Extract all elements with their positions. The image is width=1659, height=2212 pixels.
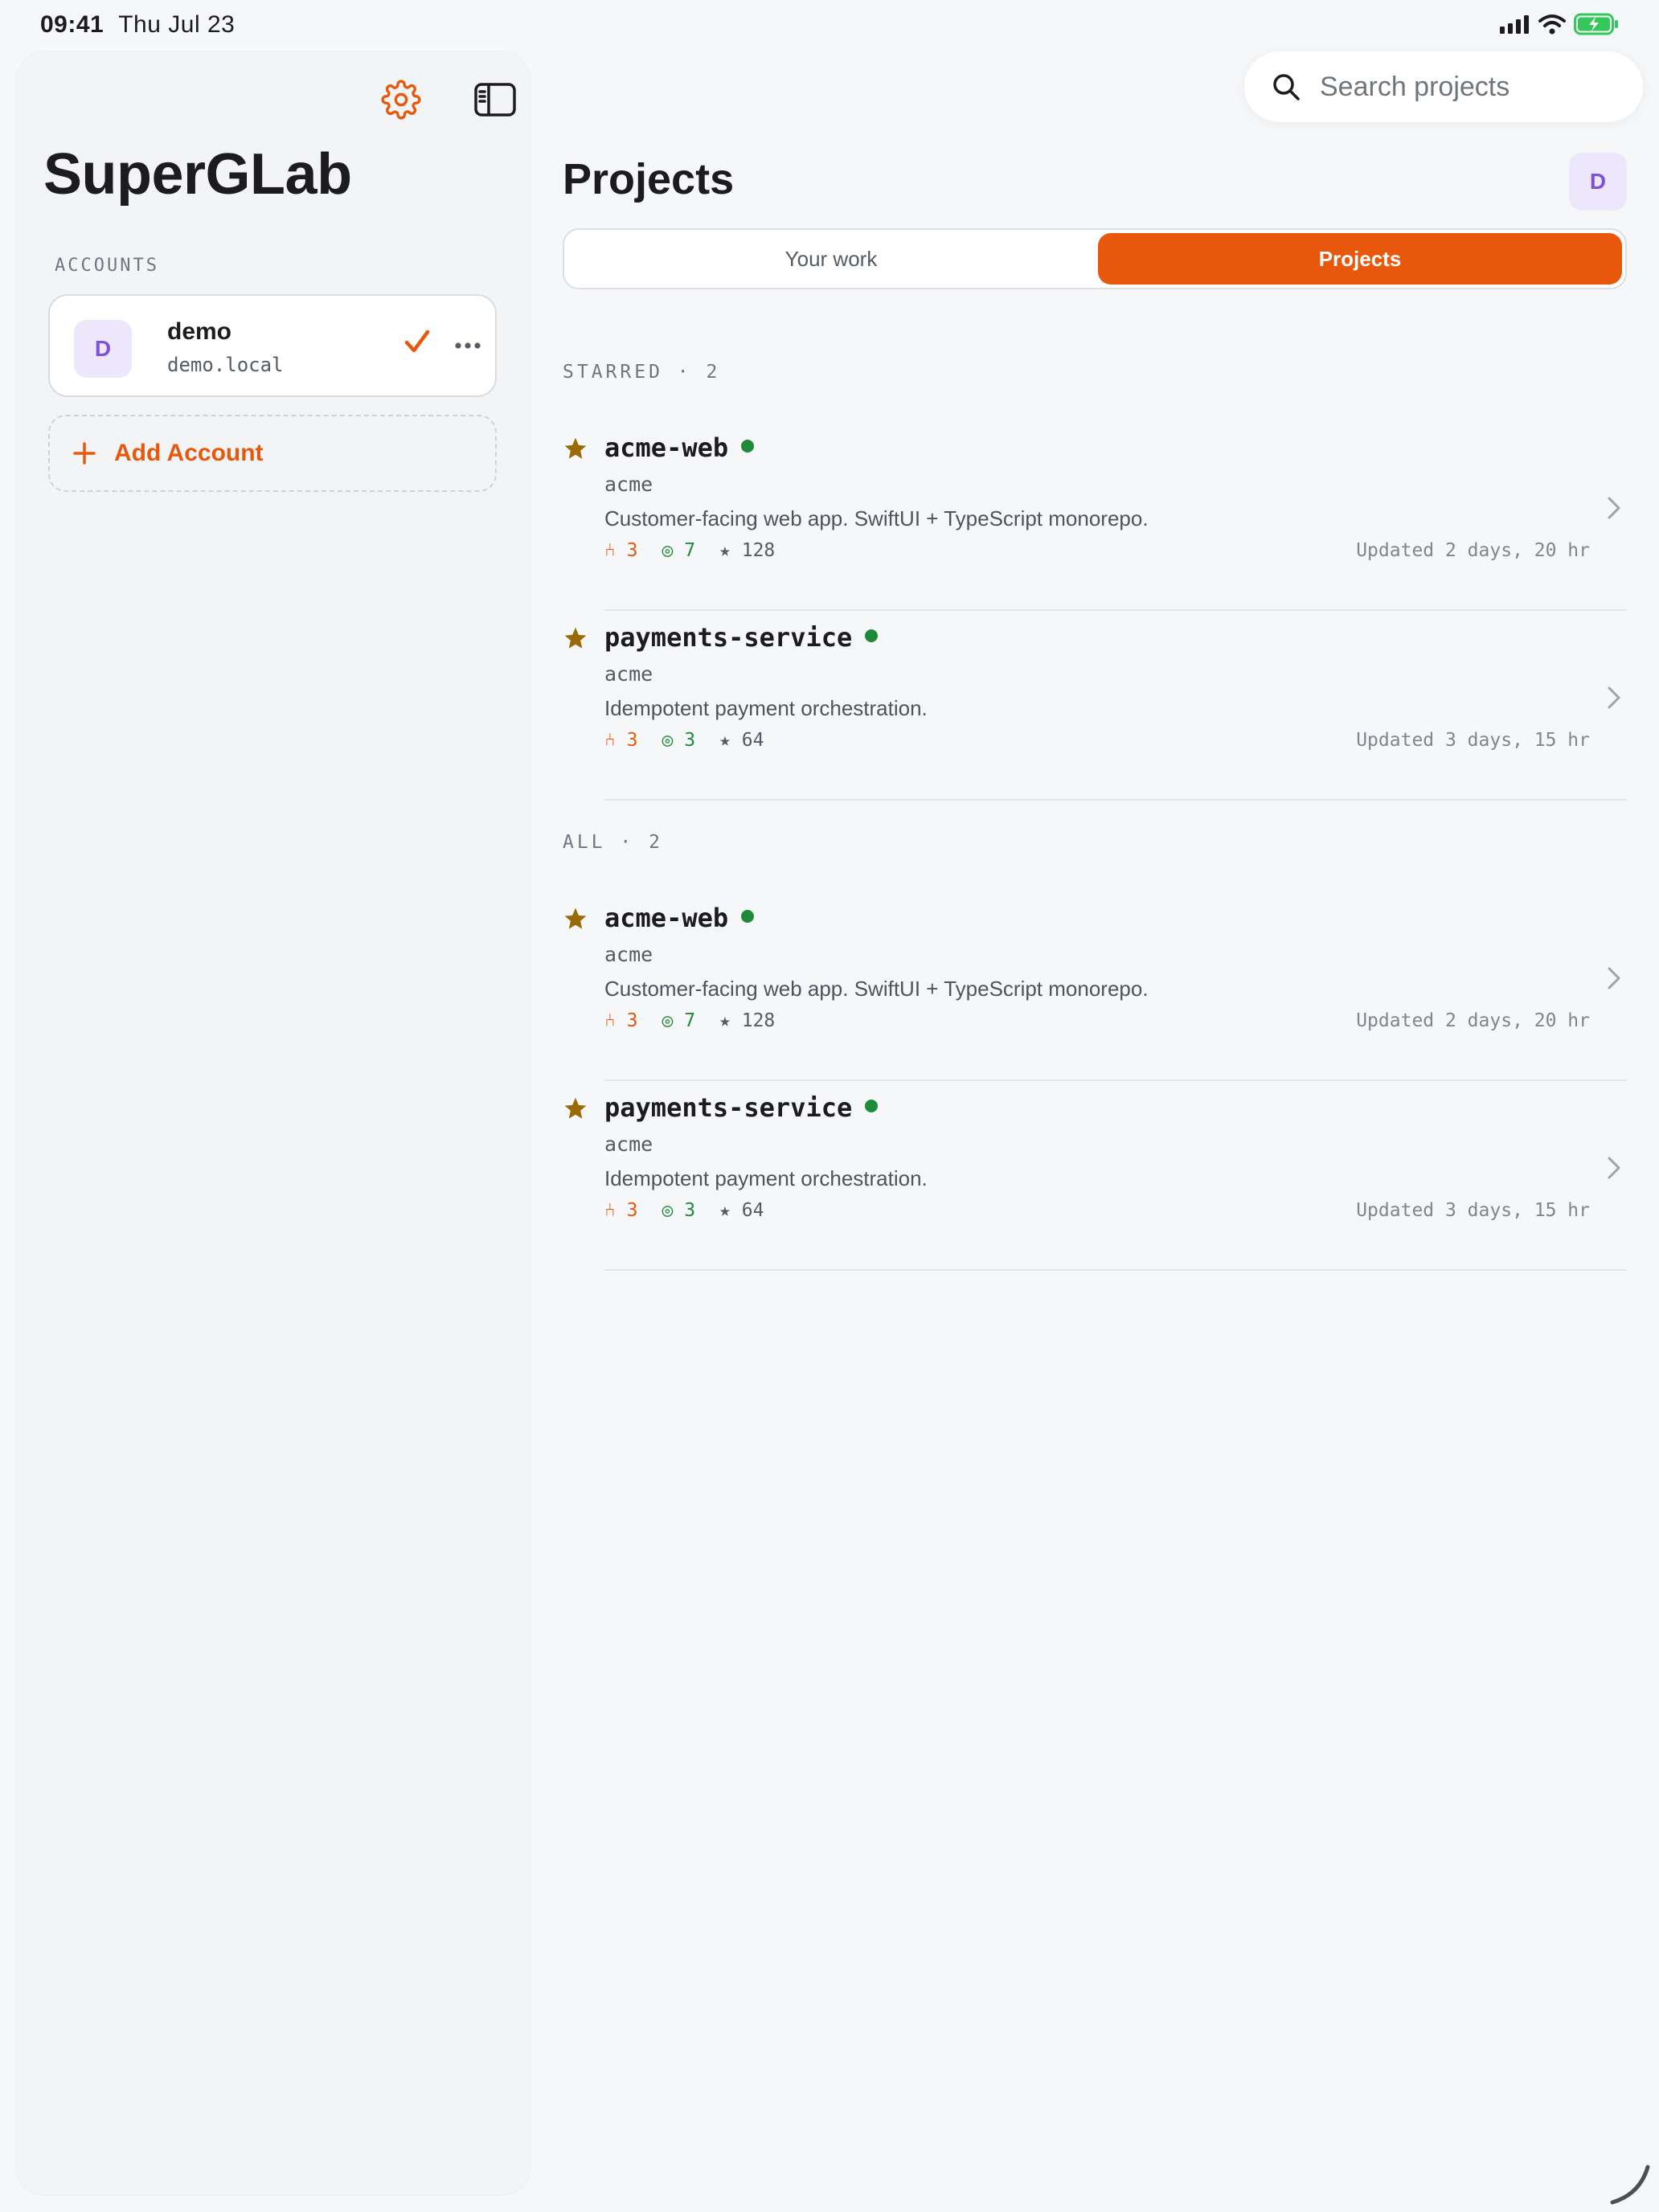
add-account-label: Add Account <box>114 440 264 466</box>
project-name-line: acme-web <box>604 903 755 933</box>
chevron-right-icon <box>1608 686 1620 709</box>
project-description: Customer-facing web app. SwiftUI + TypeS… <box>604 977 1149 1001</box>
project-updated: Updated 2 days, 20 hr <box>1356 1010 1590 1031</box>
project-row[interactable]: acme-web acme Customer-facing web app. S… <box>563 891 1627 1081</box>
project-updated: Updated 3 days, 15 hr <box>1356 730 1590 751</box>
row-divider <box>604 799 1627 801</box>
starred-icon <box>564 1097 587 1119</box>
battery-charging-icon <box>1574 13 1618 35</box>
tab-your-work[interactable]: Your work <box>567 233 1095 285</box>
status-date: Thu Jul 23 <box>118 11 236 38</box>
merge-request-count: ⑃ 3 <box>604 540 638 561</box>
starred-icon <box>564 907 587 929</box>
project-stats: ⑃ 3 ◎ 3 ★ 64 <box>604 730 764 751</box>
project-name: payments-service <box>604 622 853 653</box>
settings-button[interactable] <box>362 68 440 132</box>
project-updated: Updated 2 days, 20 hr <box>1356 540 1590 561</box>
project-row[interactable]: payments-service acme Idempotent payment… <box>563 611 1627 801</box>
project-name-line: payments-service <box>604 622 879 653</box>
project-name-line: payments-service <box>604 1092 879 1123</box>
star-count: ★ 64 <box>719 730 764 751</box>
starred-icon <box>564 437 587 459</box>
cellular-signal-icon <box>1500 15 1529 34</box>
project-updated: Updated 3 days, 15 hr <box>1356 1200 1590 1221</box>
plus-icon <box>73 442 96 465</box>
project-namespace: acme <box>604 943 653 966</box>
issue-count: ◎ 7 <box>662 540 696 561</box>
merge-request-count: ⑃ 3 <box>604 1200 638 1221</box>
account-more-button[interactable] <box>449 326 487 365</box>
row-divider <box>604 1269 1627 1271</box>
search-bar[interactable] <box>1244 51 1643 122</box>
chevron-right-icon <box>1608 497 1620 519</box>
project-namespace: acme <box>604 662 653 686</box>
issue-count: ◎ 3 <box>662 1200 696 1221</box>
account-card-demo[interactable]: D demo demo.local <box>48 294 497 397</box>
page-title: Projects <box>563 155 735 203</box>
star-count: ★ 64 <box>719 1200 764 1221</box>
app-title: SuperGLab <box>43 142 352 207</box>
account-host: demo.local <box>167 354 284 376</box>
starred-section-label: STARRED · 2 <box>563 362 721 383</box>
star-count: ★ 128 <box>719 1010 776 1031</box>
status-dot <box>865 1100 879 1112</box>
account-avatar: D <box>74 320 132 378</box>
status-dot <box>865 629 879 642</box>
status-time: 09:41 <box>40 11 104 38</box>
chevron-right-icon <box>1608 967 1620 989</box>
issue-count: ◎ 7 <box>662 1010 696 1031</box>
status-bar-time: 09:41 Thu Jul 23 <box>40 11 235 39</box>
star-count: ★ 128 <box>719 540 776 561</box>
gear-icon <box>381 80 421 120</box>
project-stats: ⑃ 3 ◎ 7 ★ 128 <box>604 1010 775 1031</box>
view-segmented-control: Your work Projects <box>563 228 1627 289</box>
resize-corner-indicator <box>1610 2165 1650 2205</box>
project-stats: ⑃ 3 ◎ 3 ★ 64 <box>604 1200 764 1221</box>
project-row[interactable]: payments-service acme Idempotent payment… <box>563 1081 1627 1271</box>
status-bar-icons <box>1500 13 1619 35</box>
merge-request-count: ⑃ 3 <box>604 1010 638 1031</box>
project-description: Customer-facing web app. SwiftUI + TypeS… <box>604 506 1149 530</box>
account-name: demo <box>167 318 232 345</box>
merge-request-count: ⑃ 3 <box>604 730 638 751</box>
status-dot <box>741 910 755 923</box>
project-namespace: acme <box>604 473 653 496</box>
sidebar: SuperGLab ACCOUNTS D demo demo.local Add… <box>16 51 530 2195</box>
wifi-icon <box>1538 14 1566 35</box>
issue-count: ◎ 3 <box>662 730 696 751</box>
status-dot <box>741 440 755 453</box>
more-horizontal-icon <box>455 342 481 349</box>
project-name: payments-service <box>604 1092 853 1123</box>
sidebar-toggle-icon <box>474 83 516 117</box>
user-avatar-button[interactable]: D <box>1569 153 1627 211</box>
search-icon <box>1273 74 1300 100</box>
add-account-button[interactable]: Add Account <box>48 415 497 492</box>
project-name-line: acme-web <box>604 432 755 463</box>
search-input[interactable] <box>1318 70 1611 104</box>
checkmark-icon <box>404 330 430 353</box>
accounts-section-label: ACCOUNTS <box>55 256 159 276</box>
project-name: acme-web <box>604 903 729 933</box>
project-namespace: acme <box>604 1133 653 1156</box>
tab-projects[interactable]: Projects <box>1098 233 1622 285</box>
chevron-right-icon <box>1608 1157 1620 1179</box>
project-description: Idempotent payment orchestration. <box>604 1166 928 1190</box>
all-section-label: ALL · 2 <box>563 832 663 853</box>
project-row[interactable]: acme-web acme Customer-facing web app. S… <box>563 421 1627 611</box>
project-name: acme-web <box>604 432 729 463</box>
project-description: Idempotent payment orchestration. <box>604 696 928 720</box>
toggle-sidebar-button[interactable] <box>455 68 535 132</box>
starred-icon <box>564 627 587 649</box>
project-stats: ⑃ 3 ◎ 7 ★ 128 <box>604 540 775 561</box>
